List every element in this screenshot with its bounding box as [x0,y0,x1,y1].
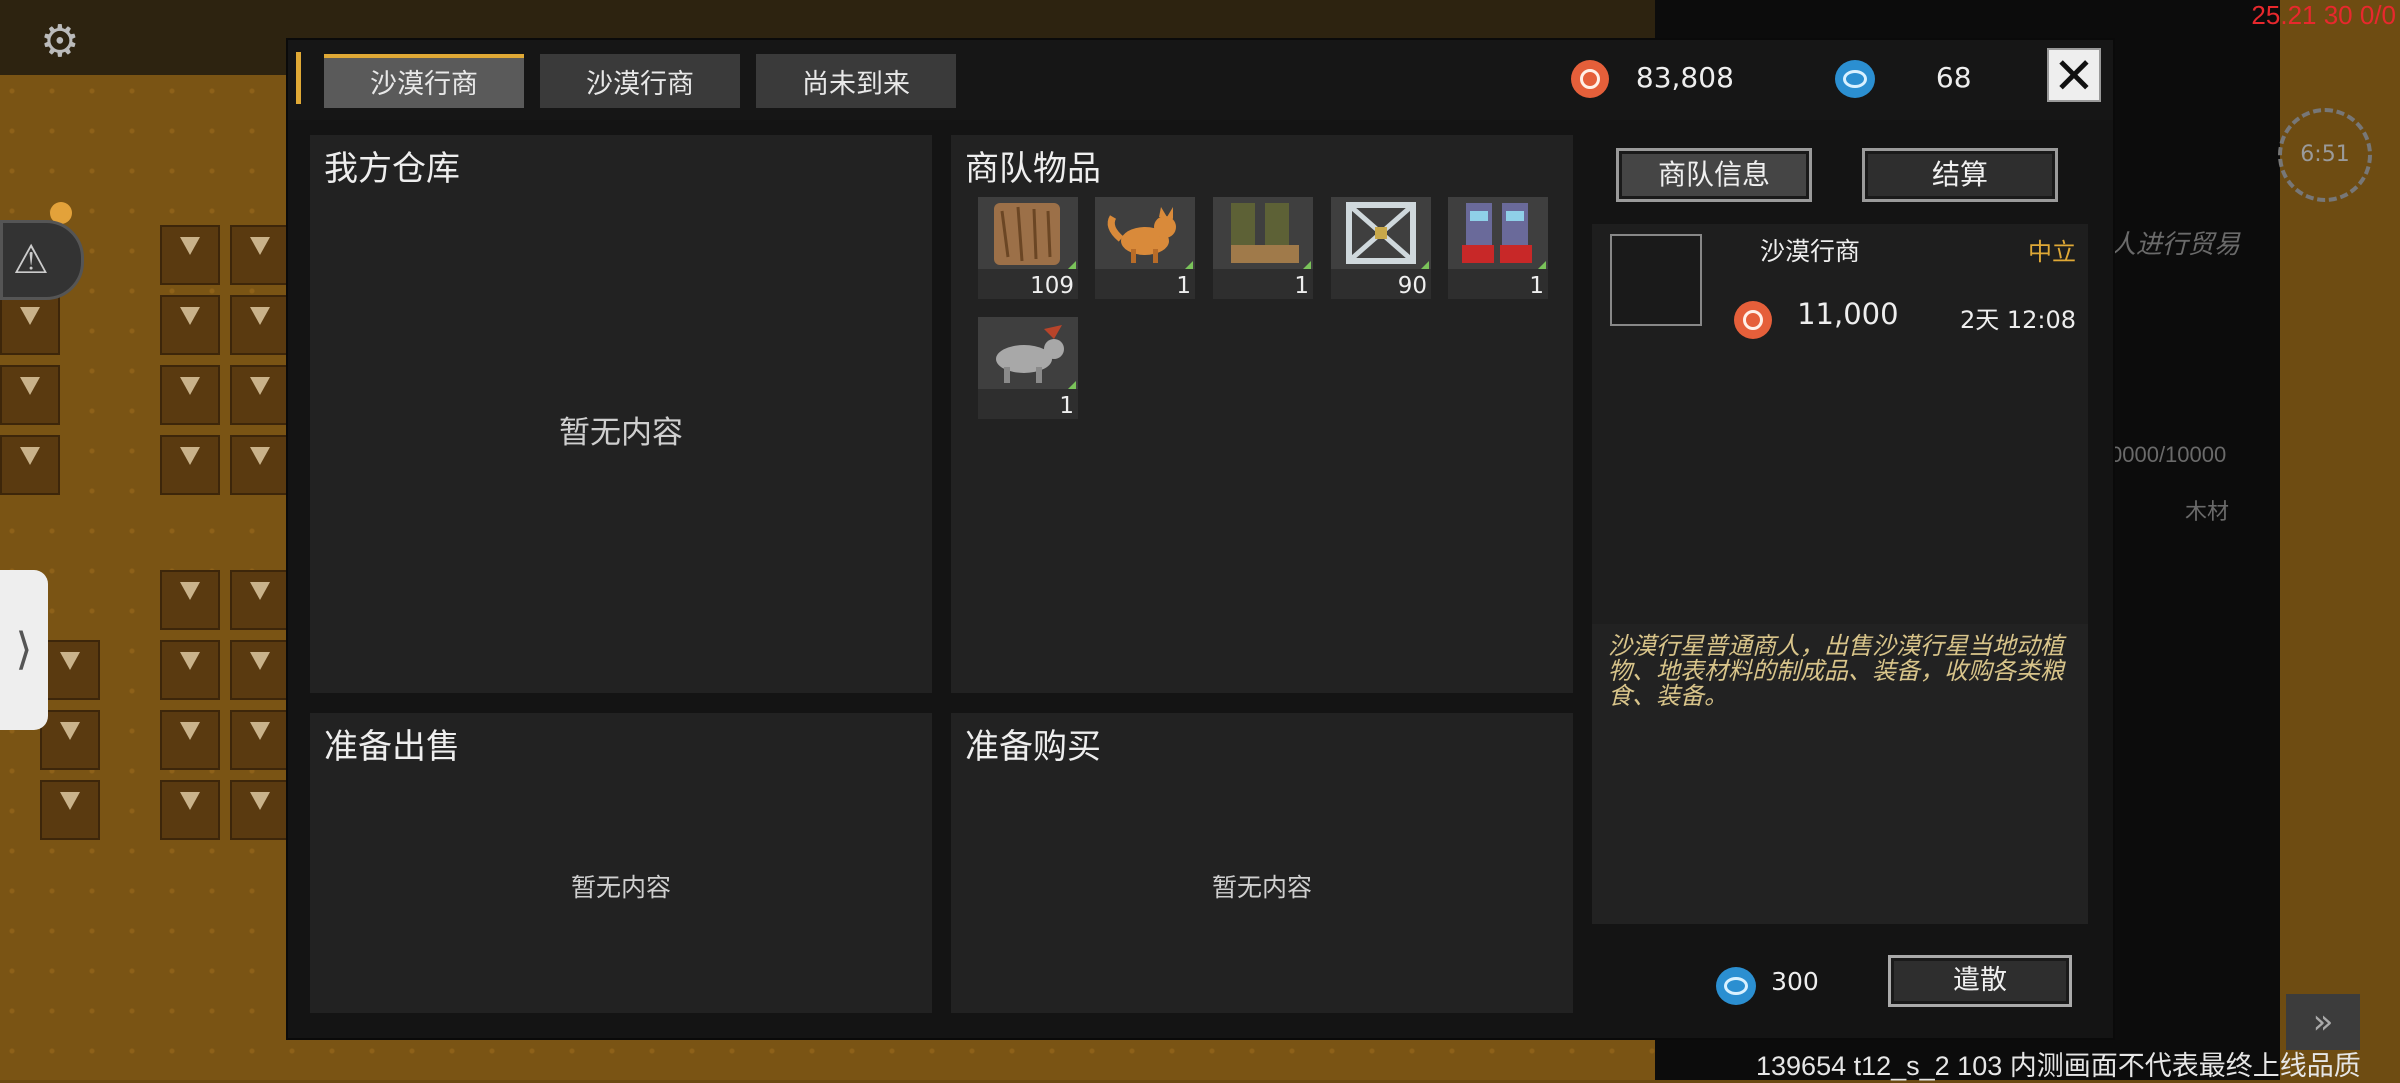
crop-tile [160,295,220,355]
warning-icon: ⚠ [13,237,49,283]
settle-button[interactable]: 结算 [1862,148,2058,202]
close-button[interactable]: ✕ [2047,48,2101,102]
item-count: 1 [1176,273,1191,299]
red-boots-icon [1448,197,1548,269]
gem-balance: 68 [1835,56,1972,100]
fox-icon [1095,197,1195,269]
trade-hint-text: 人进行贸易 [2110,229,2241,259]
time-remaining: 2天 12:08 [1959,306,2076,334]
crop-tile [40,640,100,700]
quality-marker [1538,261,1546,269]
crop-tile [0,365,60,425]
coin-amount: 83,808 [1635,61,1734,94]
dialog-header: 沙漠行商 沙漠行商 尚未到来 83,808 68 ✕ [288,40,2113,120]
wood-log-icon [978,197,1078,269]
empty-text: 暂无内容 [1211,873,1312,902]
crop-tile [0,295,60,355]
crop-tile [40,710,100,770]
item-slot[interactable]: 1 [1213,197,1313,299]
panel-title: 准备出售 [324,727,460,767]
gear-icon[interactable]: ⚙ [40,20,84,64]
panel-title: 我方仓库 [324,149,460,189]
crop-tile [0,435,60,495]
item-slot[interactable]: 1 [1448,197,1548,299]
merchant-description-box: 沙漠行星普通商人，出售沙漠行星当地动植物、地表材料的制成品、装备，收购各类粮食、… [1592,624,2088,924]
beast-creature-icon [978,317,1078,389]
my-warehouse-panel: 我方仓库 暂无内容 [310,135,932,693]
quality-marker [1421,261,1429,269]
crop-tile [160,435,220,495]
merchant-info-panel: 沙漠行商 中立 11,000 2天 12:08 沙漠行星普通商人，出售沙漠行星当… [1592,224,2088,924]
item-count: 1 [1294,273,1309,299]
merchant-portrait [1610,234,1702,326]
timer-ring: 6:51 [2278,108,2372,202]
quality-marker [1303,261,1311,269]
debug-stats: 25.21 30 0/0 [2251,0,2396,30]
crop-tile [230,435,290,495]
crop-tile [230,710,290,770]
merchant-coins: 11,000 [1734,292,1899,339]
disband-button[interactable]: 遣散 [1888,955,2072,1007]
item-slot[interactable]: 1 [978,317,1078,419]
crop-tile [40,780,100,840]
quality-marker [1068,381,1076,389]
merchant-name: 沙漠行商 [1760,237,1861,266]
coin-balance: 83,808 [1571,56,1734,100]
caravan-info-button[interactable]: 商队信息 [1616,148,1812,202]
item-count: 109 [1030,273,1074,299]
crop-tile [230,295,290,355]
crop-tile [230,780,290,840]
crop-tile [160,780,220,840]
caravan-items-panel: 商队物品 109 1 1 90 1 1 [951,135,1573,693]
item-count: 1 [1529,273,1544,299]
ready-to-sell-panel: 准备出售 暂无内容 [310,713,932,1013]
panel-title: 商队物品 [965,149,1101,189]
disband-cost-amount: 300 [1771,967,1819,996]
empty-text: 暂无内容 [570,873,671,902]
item-slot[interactable]: 90 [1331,197,1431,299]
expand-drawer-button[interactable]: ⟩ [0,570,48,730]
crop-tile [230,365,290,425]
tab-accent-bar [296,52,301,104]
capacity-text: 0000/10000 [2110,442,2227,467]
resource-label: 木材 [2185,499,2230,524]
ready-to-buy-panel: 准备购买 暂无内容 [951,713,1573,1013]
leather-boots-icon [1213,197,1313,269]
empty-text: 暂无内容 [559,415,683,451]
crop-tile [160,640,220,700]
crop-tile [160,710,220,770]
fast-forward-button[interactable]: » [2286,994,2360,1050]
item-slot[interactable]: 1 [1095,197,1195,299]
crop-tile [160,570,220,630]
merchant-coin-amount: 11,000 [1797,297,1899,331]
build-watermark: 139654 t12_s_2 103 内测画面不代表最终上线品质 [1756,1051,2361,1081]
gem-icon [1716,966,1756,1005]
trade-dialog: 沙漠行商 沙漠行商 尚未到来 83,808 68 ✕ 我方仓库 暂无内容 商队物… [288,40,2113,1038]
item-count: 1 [1059,393,1074,419]
gem-icon [1835,60,1875,98]
item-count: 90 [1397,273,1427,299]
panel-title: 准备购买 [965,727,1101,767]
merchant-description: 沙漠行星普通商人，出售沙漠行星当地动植物、地表材料的制成品、装备，收购各类粮食、… [1608,632,2064,710]
tab-desert-merchant-2[interactable]: 沙漠行商 [540,54,740,108]
coin-icon [1734,300,1772,339]
crop-tile [230,640,290,700]
crop-tile [230,225,290,285]
disband-cost: 300 [1716,962,1819,1005]
warning-button[interactable]: ⚠ [0,220,84,300]
quality-marker [1185,261,1193,269]
gem-amount: 68 [1935,61,1972,94]
crop-tile [230,570,290,630]
quality-marker [1068,261,1076,269]
coin-icon [1571,60,1609,98]
merchant-stance: 中立 [2028,238,2076,266]
metal-frame-icon [1331,197,1431,269]
tab-not-arrived[interactable]: 尚未到来 [756,54,956,108]
crop-tile [160,365,220,425]
item-slot[interactable]: 109 [978,197,1078,299]
crop-tile [160,225,220,285]
tab-desert-merchant-1[interactable]: 沙漠行商 [324,54,524,108]
